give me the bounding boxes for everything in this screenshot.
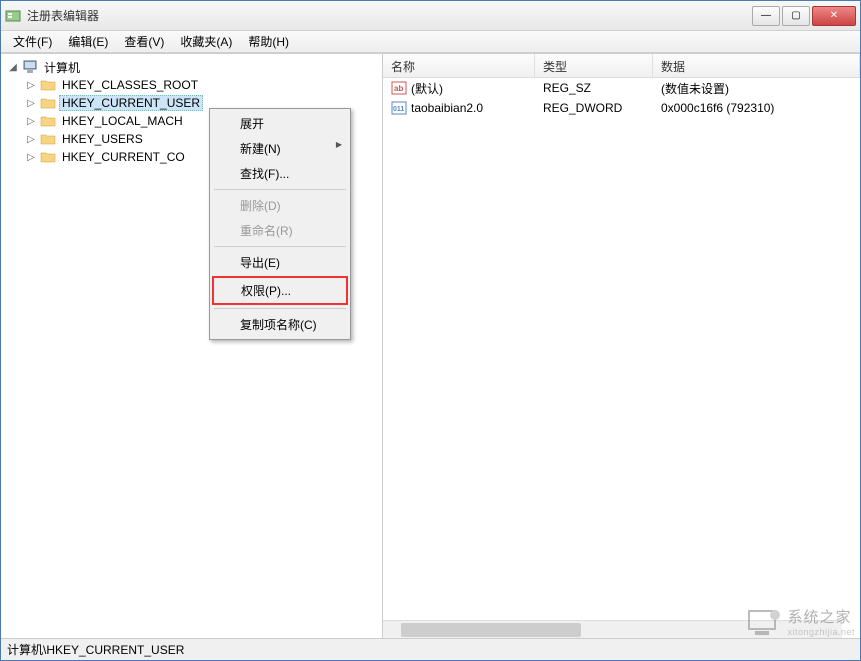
svg-text:ab: ab bbox=[394, 84, 403, 93]
regedit-icon bbox=[5, 8, 21, 24]
ctx-copy-key-name[interactable]: 复制项名称(C) bbox=[212, 312, 348, 337]
tree-label: HKEY_CURRENT_USER bbox=[59, 95, 203, 111]
menu-view[interactable]: 查看(V) bbox=[116, 31, 172, 52]
status-path: 计算机\HKEY_CURRENT_USER bbox=[7, 641, 184, 658]
ctx-permissions[interactable]: 权限(P)... bbox=[215, 279, 345, 302]
ctx-find[interactable]: 查找(F)... bbox=[212, 161, 348, 186]
separator bbox=[214, 189, 346, 190]
cell-type: REG_DWORD bbox=[535, 99, 653, 117]
maximize-button[interactable]: ▢ bbox=[782, 6, 810, 26]
list-header: 名称 类型 数据 bbox=[383, 54, 860, 78]
expand-icon[interactable]: ▷ bbox=[25, 134, 37, 145]
watermark-title: 系统之家 bbox=[787, 606, 855, 627]
separator bbox=[214, 308, 346, 309]
watermark-text-block: 系统之家 xitongzhijia.net bbox=[787, 606, 855, 637]
cell-name: ab (默认) bbox=[383, 78, 535, 99]
titlebar[interactable]: 注册表编辑器 — ▢ ✕ bbox=[1, 1, 860, 31]
folder-icon bbox=[40, 96, 56, 110]
ctx-new[interactable]: 新建(N) bbox=[212, 136, 348, 161]
folder-icon bbox=[40, 150, 56, 164]
computer-icon bbox=[22, 60, 38, 74]
tree-label: HKEY_CLASSES_ROOT bbox=[59, 77, 201, 93]
list-row[interactable]: ab (默认) REG_SZ (数值未设置) bbox=[383, 78, 860, 98]
watermark-icon bbox=[747, 607, 781, 637]
window-frame: 注册表编辑器 — ▢ ✕ 文件(F) 编辑(E) 查看(V) 收藏夹(A) 帮助… bbox=[0, 0, 861, 661]
col-name[interactable]: 名称 bbox=[383, 54, 535, 77]
expand-icon[interactable]: ▷ bbox=[25, 152, 37, 163]
statusbar: 计算机\HKEY_CURRENT_USER bbox=[1, 638, 860, 660]
collapse-icon[interactable]: ◢ bbox=[7, 62, 19, 73]
col-type[interactable]: 类型 bbox=[535, 54, 653, 77]
svg-text:011: 011 bbox=[393, 106, 404, 113]
minimize-button[interactable]: — bbox=[752, 6, 780, 26]
close-button[interactable]: ✕ bbox=[812, 6, 856, 26]
tree-label: HKEY_USERS bbox=[59, 131, 146, 147]
folder-icon bbox=[40, 78, 56, 92]
value-name: (默认) bbox=[411, 80, 443, 97]
reg-dword-icon: 011 bbox=[391, 100, 407, 116]
ctx-expand[interactable]: 展开 bbox=[212, 111, 348, 136]
cell-type: REG_SZ bbox=[535, 79, 653, 97]
menu-file[interactable]: 文件(F) bbox=[5, 31, 60, 52]
expand-icon[interactable]: ▷ bbox=[25, 98, 37, 109]
menu-edit[interactable]: 编辑(E) bbox=[60, 31, 116, 52]
expand-icon[interactable]: ▷ bbox=[25, 80, 37, 91]
expand-icon[interactable]: ▷ bbox=[25, 116, 37, 127]
tree-label: HKEY_LOCAL_MACH bbox=[59, 113, 186, 129]
highlight-box: 权限(P)... bbox=[212, 276, 348, 305]
watermark: 系统之家 xitongzhijia.net bbox=[747, 606, 855, 637]
cell-data: (数值未设置) bbox=[653, 78, 860, 99]
list-panel: 名称 类型 数据 ab (默认) REG_SZ (数值未设置) 011 taob… bbox=[383, 54, 860, 638]
folder-icon bbox=[40, 132, 56, 146]
menubar: 文件(F) 编辑(E) 查看(V) 收藏夹(A) 帮助(H) bbox=[1, 31, 860, 53]
menu-favorites[interactable]: 收藏夹(A) bbox=[172, 31, 240, 52]
ctx-delete: 删除(D) bbox=[212, 193, 348, 218]
tree-root-label: 计算机 bbox=[41, 58, 83, 77]
window-controls: — ▢ ✕ bbox=[752, 6, 856, 26]
col-data[interactable]: 数据 bbox=[653, 54, 860, 77]
list-row[interactable]: 011 taobaibian2.0 REG_DWORD 0x000c16f6 (… bbox=[383, 98, 860, 118]
folder-icon bbox=[40, 114, 56, 128]
window-title: 注册表编辑器 bbox=[27, 7, 752, 24]
reg-string-icon: ab bbox=[391, 80, 407, 96]
tree-hkcr[interactable]: ▷ HKEY_CLASSES_ROOT bbox=[21, 76, 380, 94]
scrollbar-thumb[interactable] bbox=[401, 623, 581, 637]
tree-label: HKEY_CURRENT_CO bbox=[59, 149, 188, 165]
ctx-rename: 重命名(R) bbox=[212, 218, 348, 243]
cell-data: 0x000c16f6 (792310) bbox=[653, 99, 860, 117]
separator bbox=[214, 246, 346, 247]
tree-root[interactable]: ◢ 计算机 bbox=[3, 58, 380, 76]
list-body[interactable]: ab (默认) REG_SZ (数值未设置) 011 taobaibian2.0… bbox=[383, 78, 860, 638]
context-menu: 展开 新建(N) 查找(F)... 删除(D) 重命名(R) 导出(E) 权限(… bbox=[209, 108, 351, 340]
menu-help[interactable]: 帮助(H) bbox=[240, 31, 297, 52]
content-area: ◢ 计算机 ▷ HKEY_CLASSES_ROOT ▷ HKEY_CURRENT… bbox=[1, 53, 860, 638]
cell-name: 011 taobaibian2.0 bbox=[383, 98, 535, 118]
watermark-subtitle: xitongzhijia.net bbox=[787, 627, 855, 637]
value-name: taobaibian2.0 bbox=[411, 101, 483, 115]
ctx-export[interactable]: 导出(E) bbox=[212, 250, 348, 275]
